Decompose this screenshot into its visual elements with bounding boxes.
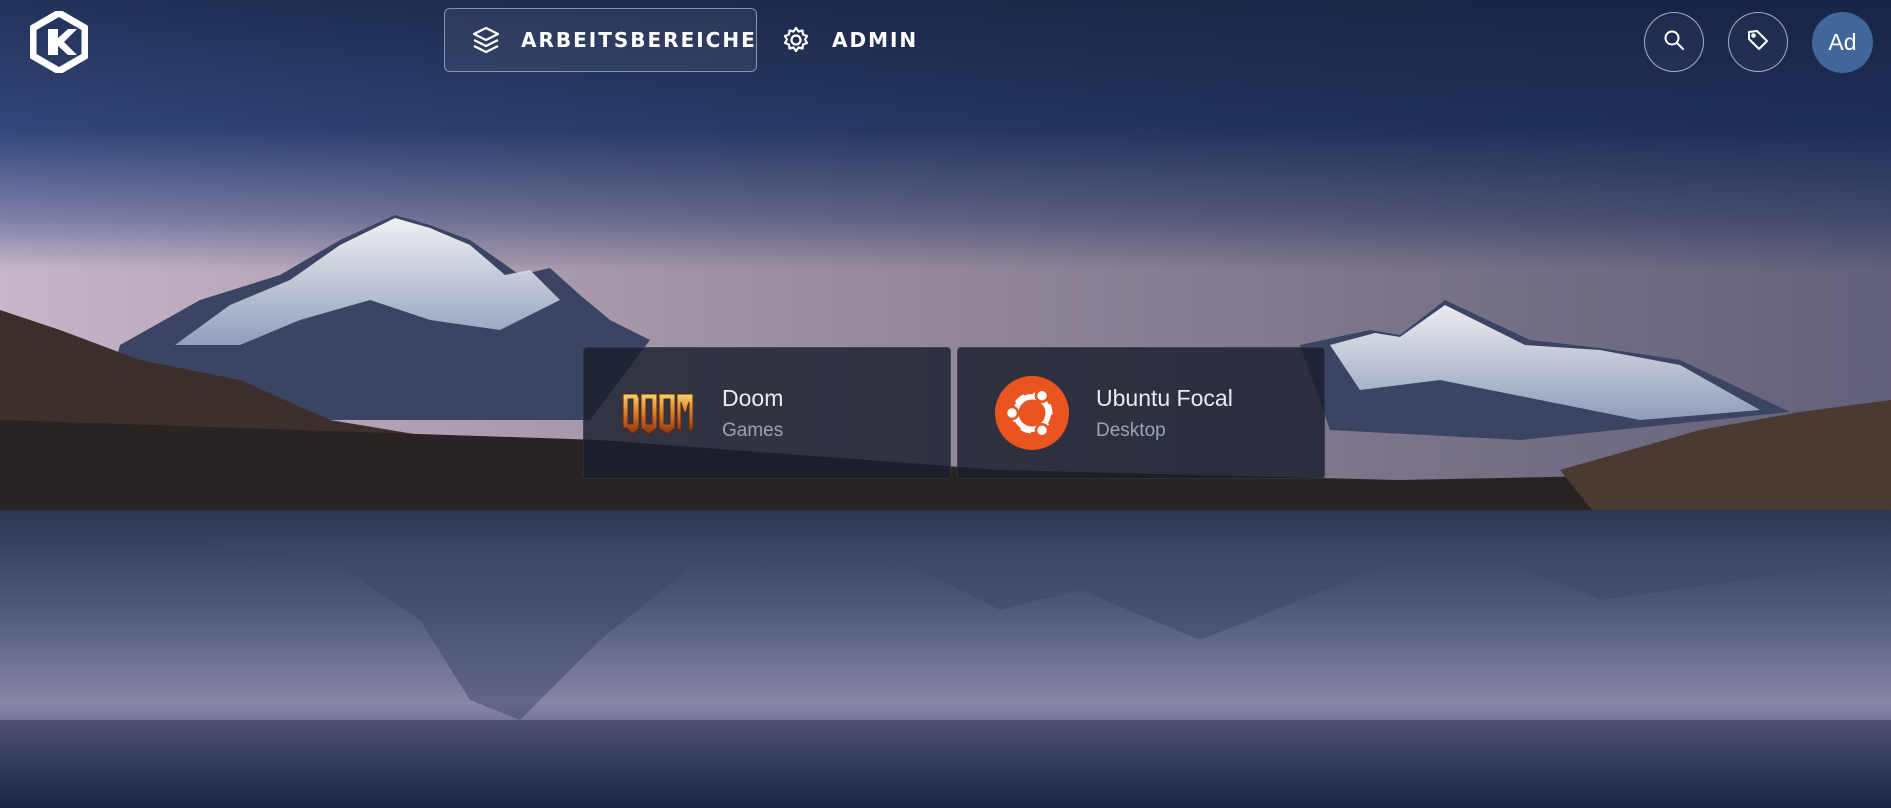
workspace-title: Ubuntu Focal — [1096, 384, 1233, 411]
nav-admin-button[interactable]: ADMIN — [780, 8, 930, 72]
workspace-card-doom[interactable]: Doom Games — [583, 347, 951, 479]
kasm-logo-icon[interactable] — [29, 9, 89, 75]
doom-logo-icon — [620, 375, 696, 451]
nav-workspaces-label: ARBEITSBEREICHE — [521, 28, 757, 52]
tag-icon — [1746, 28, 1770, 56]
top-navigation-bar: ARBEITSBEREICHE ADMIN Ad — [0, 0, 1891, 84]
search-button[interactable] — [1644, 12, 1704, 72]
workspace-title: Doom — [722, 384, 784, 411]
layers-icon — [471, 24, 501, 56]
workspace-info: Doom Games — [722, 385, 783, 442]
nav-admin-label: ADMIN — [832, 28, 919, 52]
workspace-card-ubuntu-focal[interactable]: Ubuntu Focal Desktop — [957, 347, 1325, 479]
user-avatar-button[interactable]: Ad — [1812, 12, 1873, 73]
search-icon — [1662, 28, 1686, 56]
nav-workspaces-button[interactable]: ARBEITSBEREICHE — [444, 8, 757, 72]
workspace-info: Ubuntu Focal Desktop — [1096, 385, 1233, 442]
gear-icon — [780, 24, 812, 56]
ubuntu-logo-icon — [994, 375, 1070, 451]
workspace-category: Desktop — [1096, 419, 1166, 441]
workspace-category: Games — [722, 419, 784, 441]
tags-button[interactable] — [1728, 12, 1788, 72]
